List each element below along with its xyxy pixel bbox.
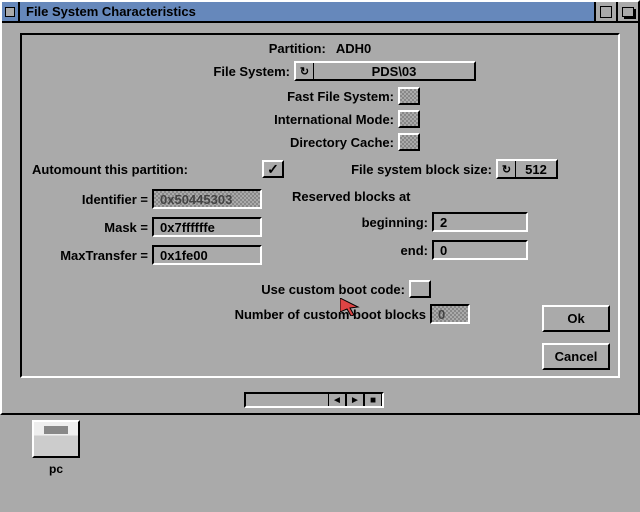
dircache-label: Directory Cache: — [32, 135, 398, 150]
filesystem-cycle[interactable]: PDS\03 — [294, 61, 476, 81]
customboot-label: Use custom boot code: — [209, 282, 409, 297]
scroll-stop-icon[interactable]: ■ — [364, 394, 382, 406]
maxtransfer-input[interactable] — [152, 245, 262, 265]
automount-label: Automount this partition: — [32, 162, 262, 177]
mask-input[interactable] — [152, 217, 262, 237]
horizontal-scroller[interactable]: ◄ ► ■ — [244, 392, 384, 408]
scroll-right-icon[interactable]: ► — [346, 394, 364, 406]
reserved-end-input[interactable] — [432, 240, 528, 260]
cycle-icon — [498, 161, 516, 177]
intl-checkbox — [398, 110, 420, 128]
depth-gadget[interactable] — [616, 2, 638, 21]
reserved-end-label: end: — [292, 243, 432, 258]
identifier-label: Identifier = — [32, 192, 152, 207]
customboot-checkbox[interactable] — [409, 280, 431, 298]
titlebar[interactable]: File System Characteristics — [2, 2, 638, 23]
zoom-gadget[interactable] — [594, 2, 616, 21]
reserved-begin-input[interactable] — [432, 212, 528, 232]
disk-icon-image — [32, 420, 80, 458]
cancel-button[interactable]: Cancel — [542, 343, 610, 370]
bootblocks-input[interactable] — [430, 304, 470, 324]
intl-label: International Mode: — [32, 112, 398, 127]
filesystem-value: PDS\03 — [314, 63, 474, 79]
partition-value: ADH0 — [330, 41, 371, 56]
filesystem-label: File System: — [164, 64, 294, 79]
maxtransfer-label: MaxTransfer = — [32, 248, 152, 263]
dircache-checkbox — [398, 133, 420, 151]
disk-icon-label: pc — [28, 462, 84, 476]
partition-label: Partition: — [269, 41, 330, 56]
desktop-disk-icon[interactable]: pc — [28, 420, 84, 476]
blocksize-label: File system block size: — [284, 162, 496, 177]
automount-checkbox[interactable] — [262, 160, 284, 178]
scroller-track[interactable] — [246, 394, 328, 406]
settings-panel: Partition: ADH0 File System: PDS\03 Fast… — [20, 33, 620, 378]
window-title: File System Characteristics — [20, 4, 594, 19]
cycle-icon — [296, 63, 314, 79]
close-gadget[interactable] — [2, 2, 20, 21]
workspace: Partition: ADH0 File System: PDS\03 Fast… — [2, 23, 638, 413]
blocksize-cycle[interactable]: 512 — [496, 159, 558, 179]
ffs-checkbox — [398, 87, 420, 105]
reserved-header: Reserved blocks at — [292, 189, 452, 204]
identifier-input[interactable] — [152, 189, 262, 209]
bootblocks-label: Number of custom boot blocks — [170, 307, 430, 322]
ok-button[interactable]: Ok — [542, 305, 610, 332]
blocksize-value: 512 — [516, 161, 556, 177]
mask-label: Mask = — [32, 220, 152, 235]
scroll-left-icon[interactable]: ◄ — [328, 394, 346, 406]
ffs-label: Fast File System: — [32, 89, 398, 104]
main-window: File System Characteristics Partition: A… — [0, 0, 640, 415]
reserved-begin-label: beginning: — [292, 215, 432, 230]
